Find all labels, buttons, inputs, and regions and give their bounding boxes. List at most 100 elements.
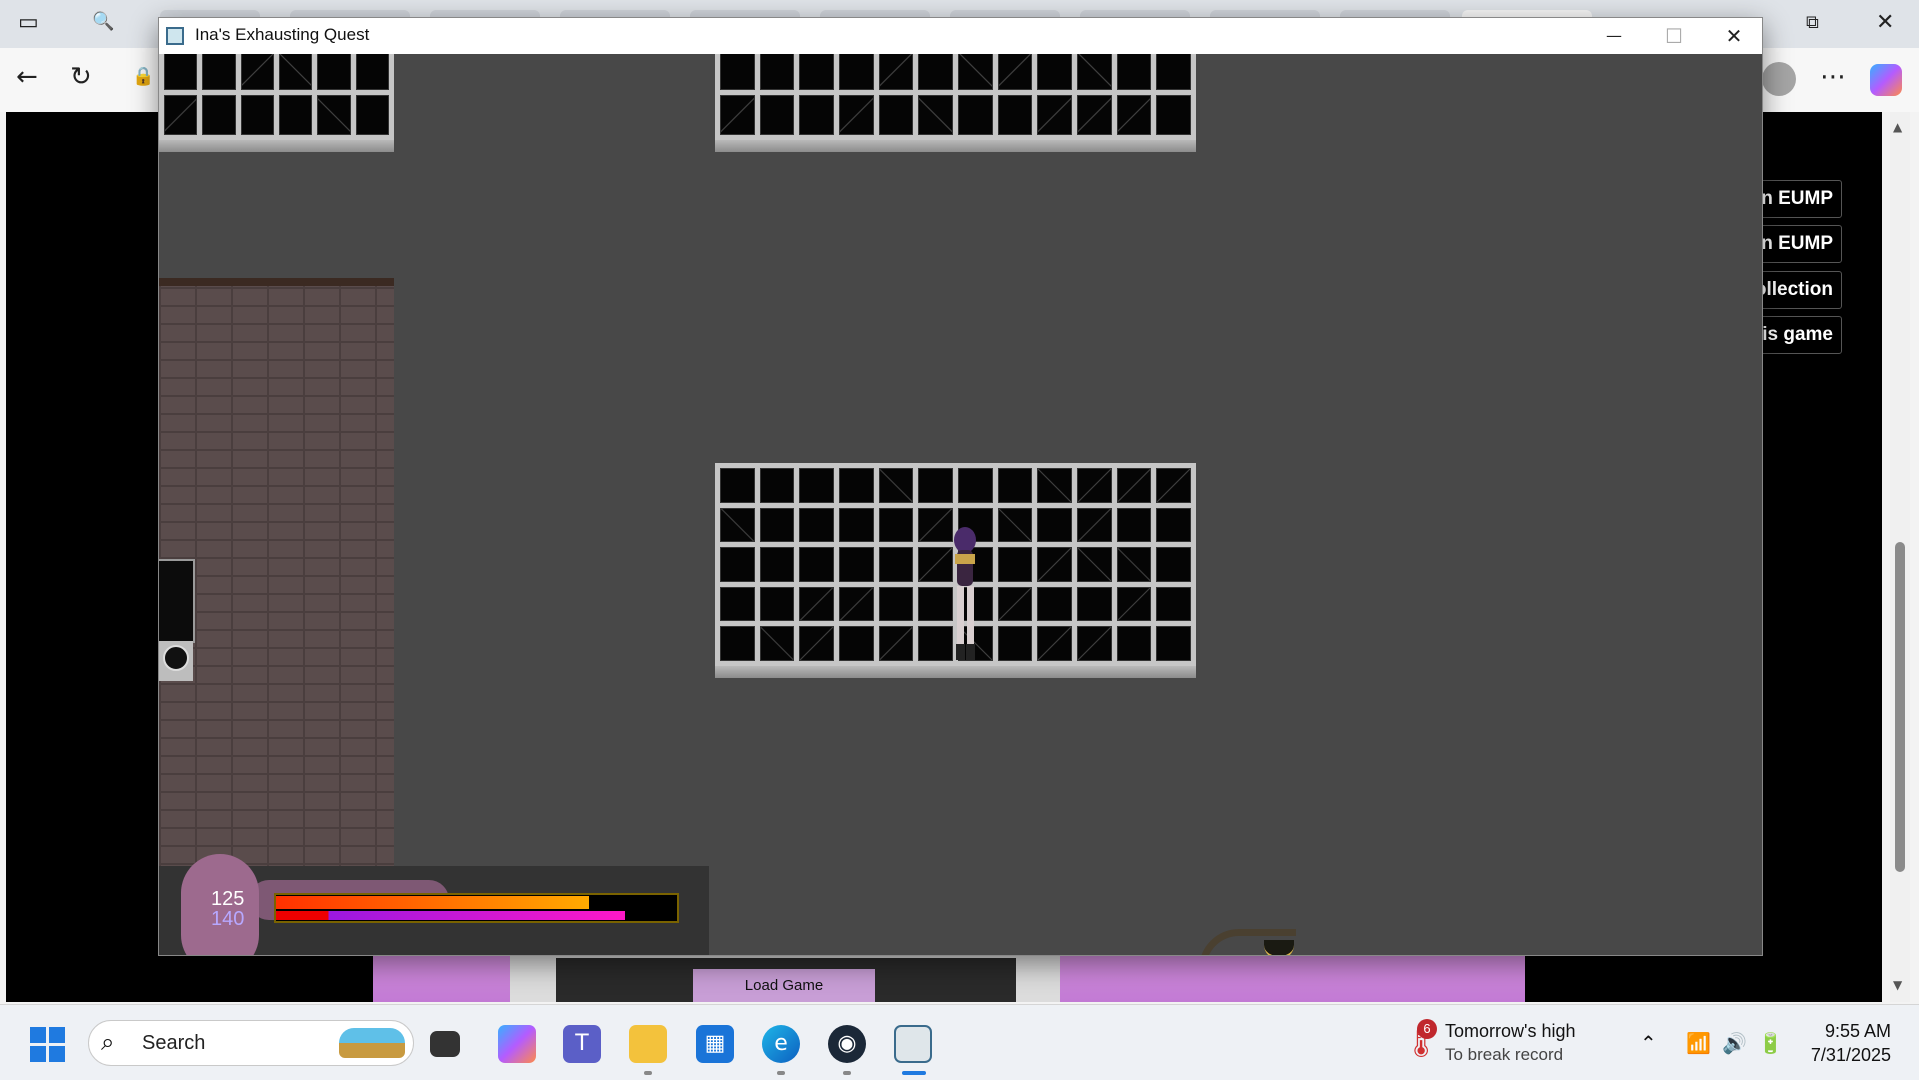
copilot-app-icon[interactable] — [498, 1025, 536, 1063]
battery-icon[interactable]: 🔋 — [1758, 1031, 1783, 1055]
window-pane — [720, 626, 755, 661]
window-pane — [839, 586, 874, 622]
window-pane — [1037, 626, 1072, 661]
window-pane — [997, 586, 1033, 622]
game-app-icon — [166, 27, 184, 45]
copilot-icon[interactable] — [1870, 64, 1902, 96]
window-pane — [958, 54, 993, 90]
window-pane — [839, 94, 874, 135]
window-pane — [1077, 468, 1112, 503]
active-app-indicator — [902, 1071, 926, 1075]
window-pane — [278, 54, 313, 90]
close-browser-icon[interactable]: ✕ — [1876, 12, 1894, 34]
window-pane — [997, 507, 1033, 543]
window-pane — [1116, 586, 1152, 622]
window-pane — [759, 468, 795, 503]
window-pane — [1077, 586, 1112, 622]
task-view-icon[interactable] — [430, 1031, 460, 1057]
window-pane — [1156, 586, 1191, 622]
building-window-grid — [159, 54, 394, 140]
scroll-thumb[interactable] — [1895, 542, 1905, 872]
game-app-taskbar-icon[interactable] — [894, 1025, 932, 1063]
game-titlebar[interactable]: Ina's Exhausting Quest — ☐ ✕ — [159, 18, 1762, 54]
window-pane — [997, 468, 1033, 503]
weather-alert-badge: 6 — [1417, 1019, 1437, 1039]
window-pane — [878, 507, 914, 543]
window-pane — [839, 468, 874, 503]
tab-actions-icon[interactable]: ▭ — [18, 12, 39, 34]
window-pane — [202, 54, 236, 90]
minimize-icon[interactable]: — — [1584, 20, 1644, 52]
window-pane — [839, 507, 874, 543]
window-pane — [918, 54, 953, 90]
window-pane — [1037, 547, 1072, 582]
street-lamp-head — [1264, 940, 1294, 955]
window-pane — [1077, 507, 1112, 543]
back-icon[interactable]: ← — [16, 64, 38, 90]
window-pane — [720, 586, 755, 622]
file-explorer-icon[interactable] — [629, 1025, 667, 1063]
search-tab-icon[interactable]: 🔍 — [92, 13, 114, 31]
maximize-icon[interactable]: ☐ — [1644, 20, 1704, 52]
microsoft-store-icon[interactable]: ▦ — [696, 1025, 734, 1063]
lock-icon: 🔒 — [132, 66, 155, 87]
show-hidden-icons-chevron-icon[interactable]: ⌃ — [1640, 1031, 1657, 1055]
edge-icon[interactable]: e — [762, 1025, 800, 1063]
restore-window-icon[interactable]: ⧉ — [1806, 14, 1819, 32]
running-indicator — [843, 1071, 851, 1075]
vent-fan-icon — [163, 645, 189, 671]
weather-subline[interactable]: To break record — [1445, 1045, 1563, 1065]
window-pane — [1116, 547, 1152, 582]
window-pane — [1116, 507, 1152, 543]
window-pane — [759, 94, 795, 135]
game-viewport[interactable]: 125 140 — [159, 54, 1762, 955]
window-pane — [997, 547, 1033, 582]
load-game-button[interactable]: Load Game — [693, 969, 875, 1002]
window-pane — [839, 54, 874, 90]
clock-date[interactable]: 7/31/2025 — [1811, 1045, 1891, 1066]
window-pane — [278, 94, 313, 135]
search-label: Search — [142, 1032, 206, 1054]
window-pane — [720, 94, 755, 135]
scroll-up-icon[interactable]: ▲ — [1893, 120, 1902, 134]
window-pane — [1156, 94, 1191, 135]
page-scrollbar[interactable]: ▲ ▼ — [1890, 112, 1910, 1002]
search-highlight-image — [339, 1028, 405, 1058]
mp-bar-fill — [276, 911, 625, 920]
window-pane — [839, 626, 874, 661]
window-pane — [799, 507, 834, 543]
window-pane — [317, 54, 351, 90]
weather-headline[interactable]: Tomorrow's high — [1445, 1021, 1575, 1042]
reload-icon[interactable]: ↻ — [70, 64, 92, 90]
windows-taskbar: ⌕ Search T ▦ e ◉ 🌡 6 Tomorrow's high To … — [0, 1004, 1919, 1080]
profile-avatar-icon[interactable] — [1762, 62, 1796, 96]
window-pane — [355, 54, 389, 90]
clock-time[interactable]: 9:55 AM — [1825, 1021, 1891, 1042]
window-pane — [1037, 54, 1072, 90]
mp-value: 140 — [211, 908, 245, 930]
close-icon[interactable]: ✕ — [1704, 20, 1762, 52]
window-pane — [1037, 507, 1072, 543]
volume-icon[interactable]: 🔊 — [1722, 1031, 1747, 1055]
window-pane — [759, 507, 795, 543]
running-indicator — [644, 1071, 652, 1075]
windows-logo-icon-part — [49, 1027, 65, 1043]
window-pane — [878, 468, 914, 503]
search-icon: ⌕ — [101, 1028, 115, 1056]
start-button[interactable] — [30, 1027, 66, 1063]
window-pane — [878, 586, 914, 622]
scroll-down-icon[interactable]: ▼ — [1893, 978, 1902, 992]
more-menu-icon[interactable]: ⋯ — [1820, 64, 1846, 90]
taskbar-search[interactable]: ⌕ Search — [88, 1020, 414, 1066]
wifi-icon[interactable]: 📶 — [1686, 1031, 1711, 1055]
building-window-grid — [715, 54, 1196, 140]
wall-doorway — [159, 559, 195, 643]
steam-icon[interactable]: ◉ — [828, 1025, 866, 1063]
windows-logo-icon — [30, 1027, 46, 1043]
window-ledge — [159, 140, 394, 152]
window-pane — [240, 54, 274, 90]
game-window: Ina's Exhausting Quest — ☐ ✕ 125 140 — [158, 17, 1763, 956]
teams-icon[interactable]: T — [563, 1025, 601, 1063]
window-pane — [759, 586, 795, 622]
window-pane — [997, 94, 1033, 135]
